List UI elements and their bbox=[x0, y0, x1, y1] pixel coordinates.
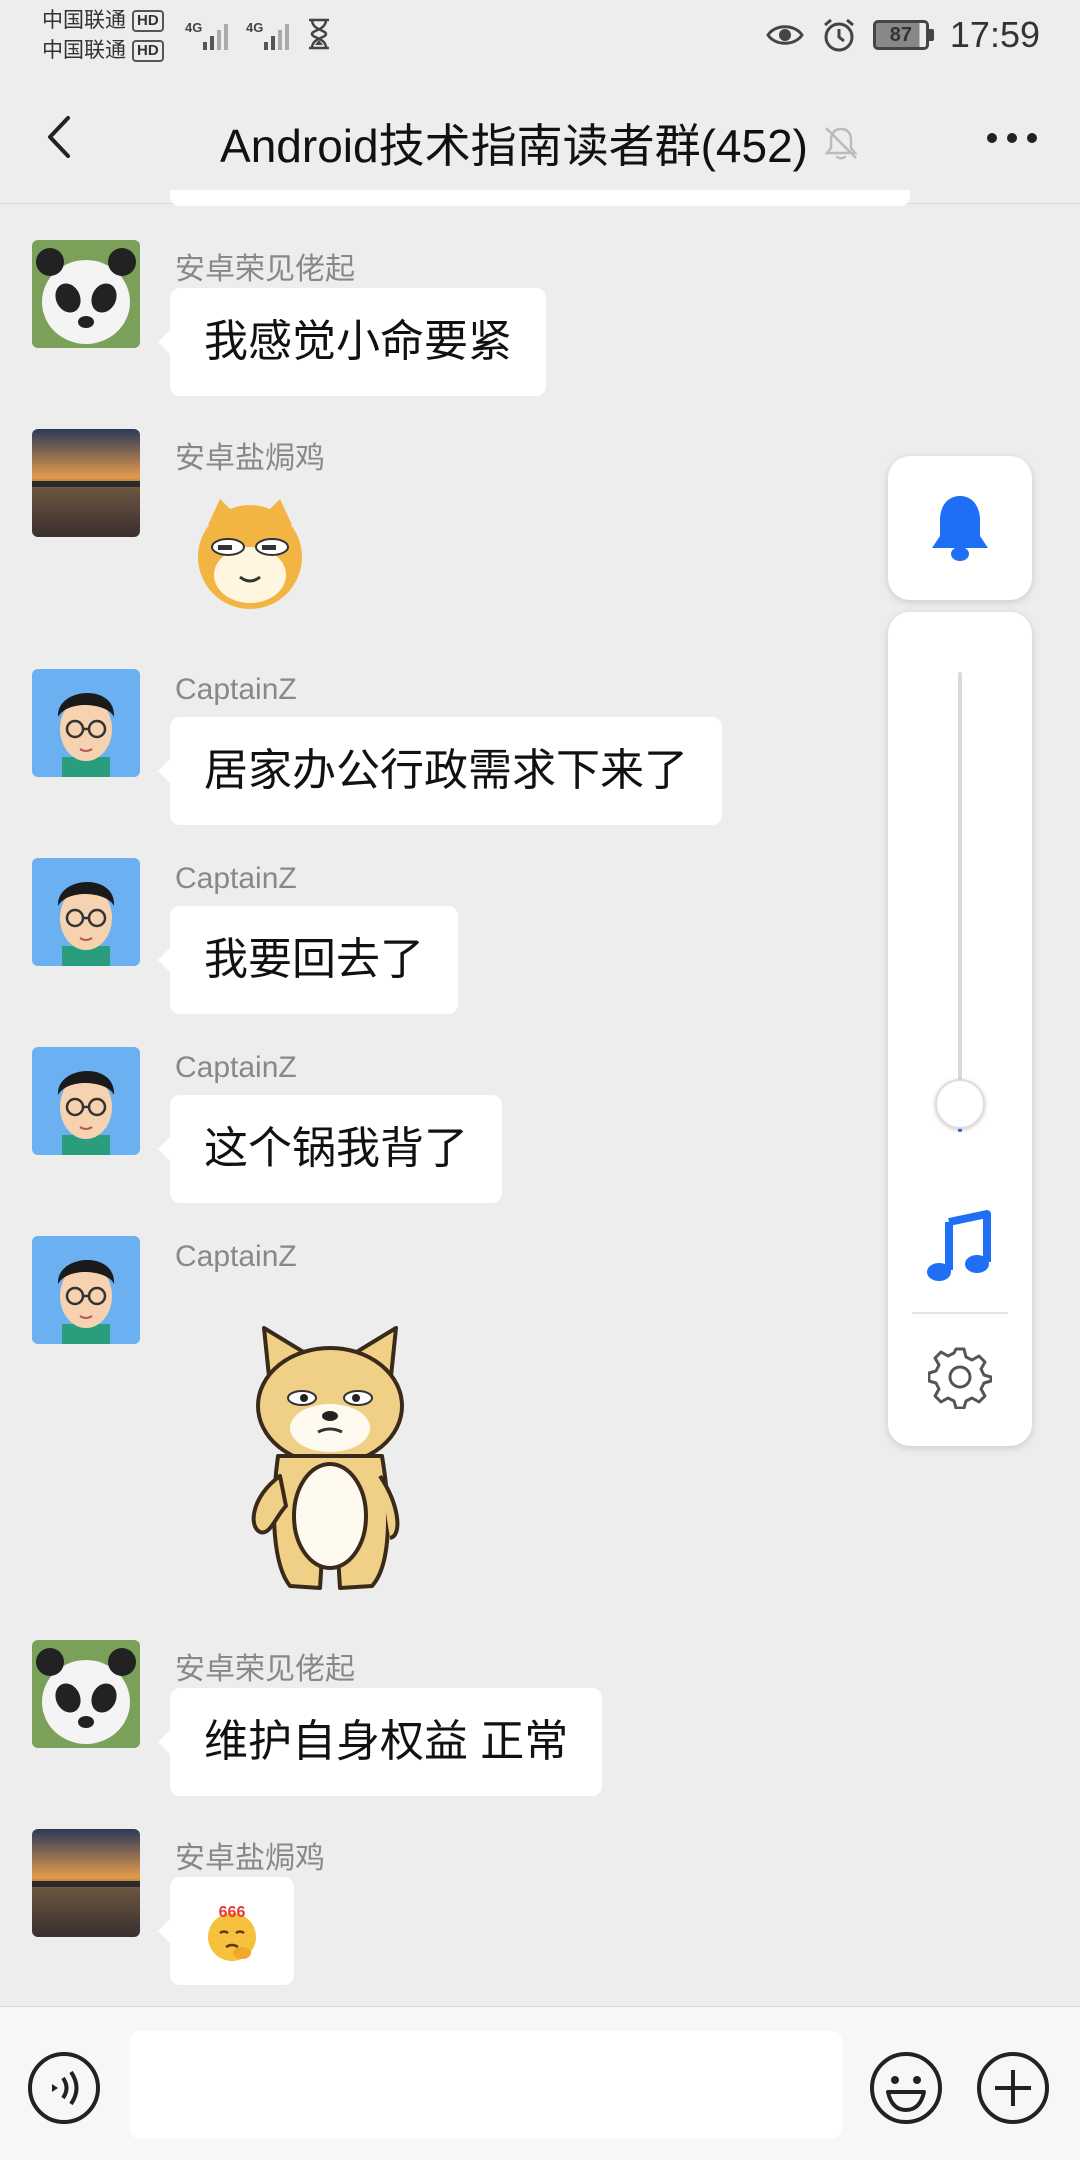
message-bubble[interactable]: 居家办公行政需求下来了 bbox=[158, 717, 722, 825]
network-1-label: 4G bbox=[185, 20, 203, 35]
volume-panel bbox=[888, 612, 1032, 1446]
sender-name: 安卓盐焗鸡 bbox=[175, 442, 325, 475]
sender-name: CaptainZ bbox=[175, 673, 297, 706]
hd-badge: HD bbox=[132, 10, 164, 32]
bell-icon bbox=[932, 496, 988, 561]
avatar-panda[interactable] bbox=[32, 240, 140, 348]
emoji-666-text: 666 bbox=[219, 1904, 246, 1921]
smug-doge-emoji[interactable] bbox=[190, 495, 310, 615]
hd-badge: HD bbox=[132, 40, 164, 62]
sender-name: CaptainZ bbox=[175, 862, 297, 895]
chat-title[interactable]: Android技术指南读者群(452) bbox=[220, 110, 808, 176]
hourglass-icon bbox=[309, 18, 329, 50]
panel-divider bbox=[912, 1312, 1008, 1314]
alarm-icon bbox=[823, 18, 854, 52]
gear-icon[interactable] bbox=[928, 1345, 992, 1409]
message-bubble[interactable]: 我要回去了 bbox=[158, 906, 458, 1014]
sender-name: 安卓荣见佬起 bbox=[175, 1653, 355, 1686]
carrier-2-name: 中国联通 bbox=[42, 39, 126, 62]
avatar-cartoon-man[interactable] bbox=[32, 1236, 140, 1344]
battery-level: 87 bbox=[872, 20, 929, 50]
message-bubble[interactable]: 我感觉小命要紧 bbox=[158, 288, 546, 396]
more-dots-icon[interactable] bbox=[984, 120, 1040, 156]
ringer-mode-button[interactable] bbox=[888, 456, 1032, 600]
volume-slider-track[interactable] bbox=[958, 672, 962, 1132]
signal-indicators: 4G 4G bbox=[185, 18, 331, 50]
sender-name: CaptainZ bbox=[175, 1240, 297, 1273]
avatar-cartoon-man[interactable] bbox=[32, 858, 140, 966]
signal-1-icon: 4G bbox=[185, 20, 228, 50]
volume-slider-knob[interactable] bbox=[935, 1079, 985, 1130]
message-bubble[interactable]: 这个锅我背了 bbox=[158, 1095, 502, 1203]
sender-name: 安卓盐焗鸡 bbox=[175, 1842, 325, 1875]
avatar-cartoon-man[interactable] bbox=[32, 1047, 140, 1155]
mute-bell-icon bbox=[824, 127, 858, 160]
666-thinking-emoji: 666 bbox=[208, 1904, 256, 1961]
eye-icon bbox=[766, 25, 804, 45]
message-bubble[interactable]: 维护自身权益 正常 bbox=[157, 1688, 603, 1796]
avatar-sunset[interactable] bbox=[32, 429, 140, 537]
sender-name: CaptainZ bbox=[175, 1051, 297, 1084]
emoji-icon[interactable] bbox=[868, 2050, 944, 2126]
status-bar: 中国联通 HD 中国联通 HD 4G 4G 87 17:59 bbox=[0, 0, 1080, 72]
network-2-label: 4G bbox=[246, 20, 264, 35]
carrier-1-name: 中国联通 bbox=[42, 9, 126, 32]
input-bar bbox=[0, 2006, 1080, 2160]
status-right: 87 17:59 bbox=[765, 14, 1040, 56]
title-wrap: Android技术指南读者群(452) bbox=[0, 110, 1080, 176]
plus-icon[interactable] bbox=[975, 2050, 1051, 2126]
carrier-info: 中国联通 HD 中国联通 HD bbox=[42, 6, 164, 66]
chat-header: Android技术指南读者群(452) bbox=[0, 72, 1080, 204]
previous-message-bubble bbox=[170, 190, 910, 206]
avatar-sunset[interactable] bbox=[32, 1829, 140, 1937]
sticker-bubble[interactable]: 666 bbox=[158, 1877, 294, 1985]
clock: 17:59 bbox=[949, 14, 1040, 55]
message-input[interactable] bbox=[130, 2031, 842, 2139]
voice-icon[interactable] bbox=[26, 2050, 102, 2126]
sender-name: 安卓荣见佬起 bbox=[175, 253, 355, 286]
music-note-icon[interactable] bbox=[925, 1210, 995, 1286]
avatar-cartoon-man[interactable] bbox=[32, 669, 140, 777]
signal-2-icon: 4G bbox=[246, 20, 289, 50]
avatar-panda[interactable] bbox=[32, 1640, 140, 1748]
standing-doge-sticker[interactable] bbox=[230, 1316, 430, 1606]
battery-icon: 87 bbox=[872, 20, 934, 50]
